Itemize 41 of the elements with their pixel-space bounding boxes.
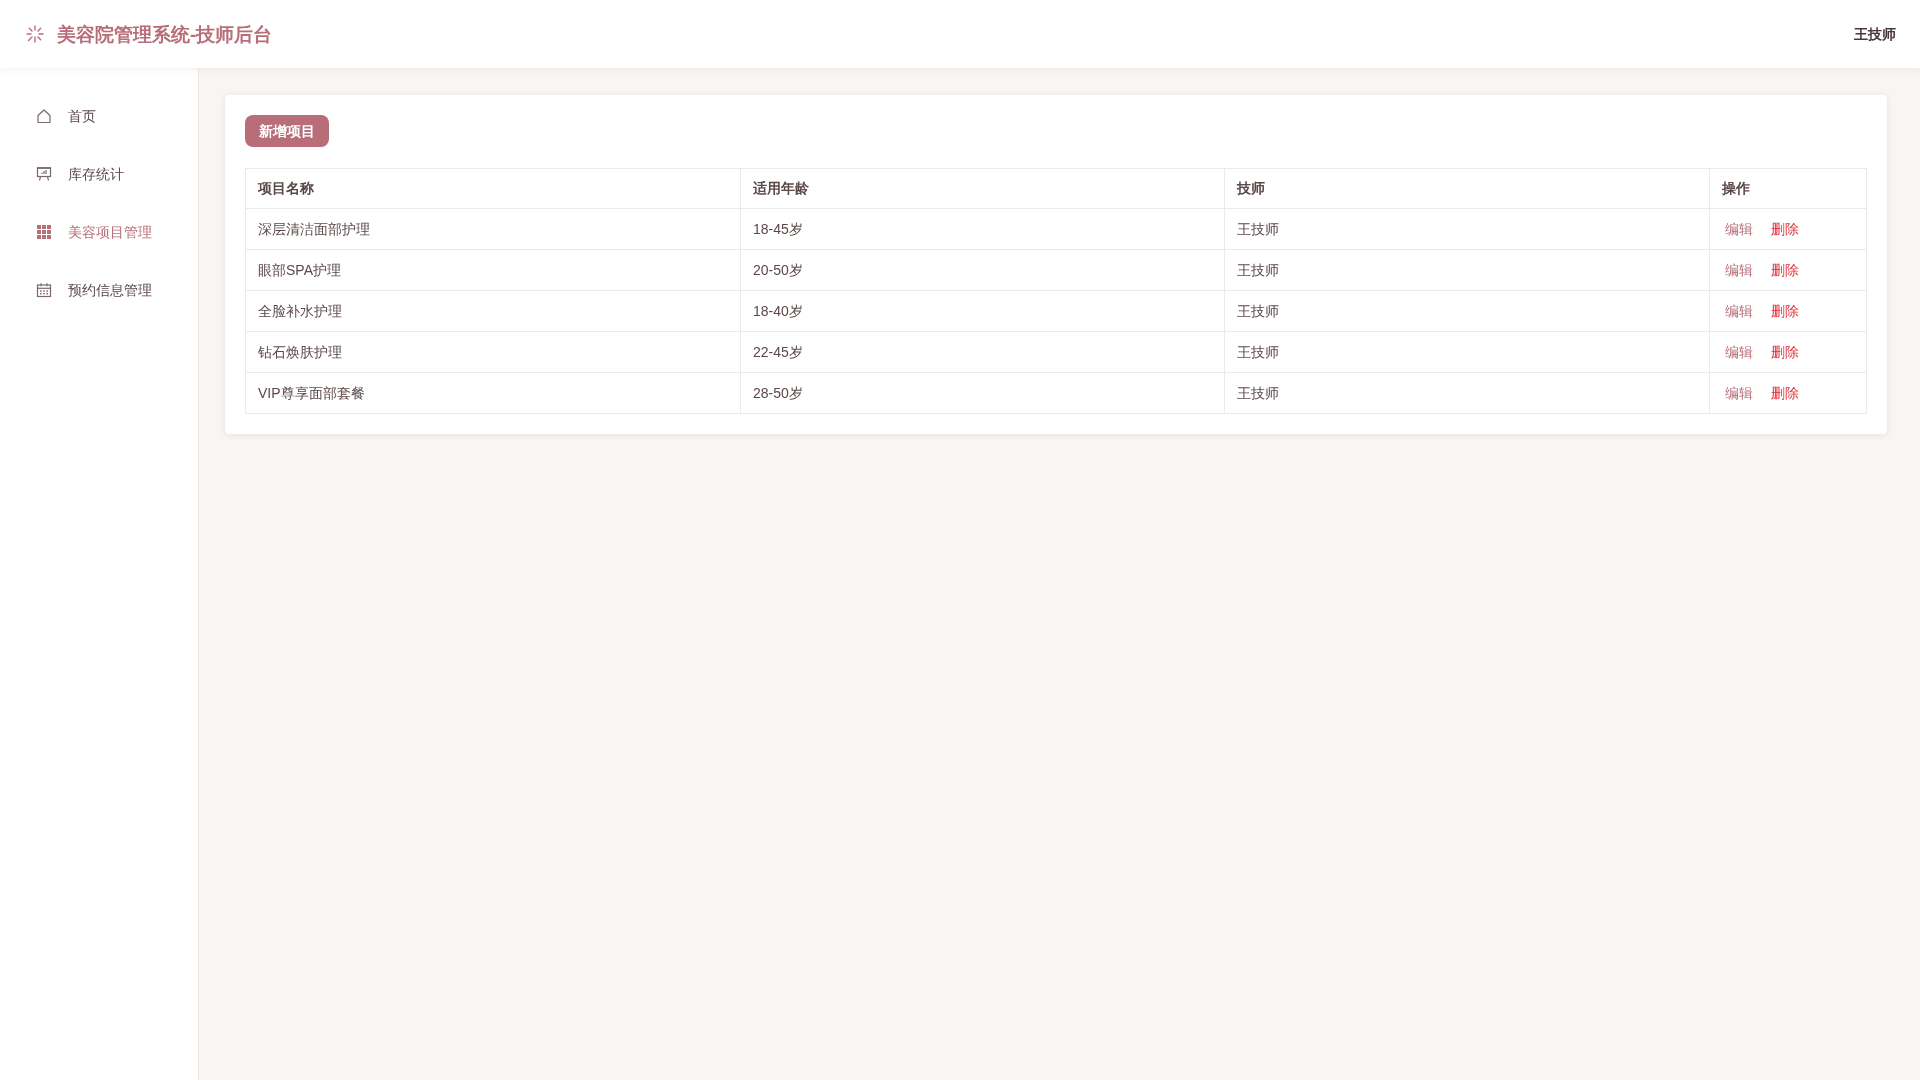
sidebar-item[interactable]: 预约信息管理 (0, 261, 198, 319)
app-title: 美容院管理系统-技师后台 (57, 24, 273, 44)
table-cell: 全脸补水护理 (246, 291, 741, 331)
delete-link[interactable]: 删除 (1768, 259, 1802, 281)
easel-chart-icon (36, 166, 52, 182)
edit-link[interactable]: 编辑 (1722, 218, 1756, 240)
table-cell: 22-45岁 (741, 332, 1225, 372)
sidebar-item[interactable]: 库存统计 (0, 145, 198, 203)
sidebar-item[interactable]: 首页 (0, 87, 198, 145)
sparkle-icon (26, 25, 44, 43)
table-cell: 20-50岁 (741, 250, 1225, 290)
table-cell: 钻石焕肤护理 (246, 332, 741, 372)
table-cell: 18-40岁 (741, 291, 1225, 331)
grid-icon (36, 224, 52, 240)
delete-link[interactable]: 删除 (1768, 341, 1802, 363)
table-cell: 深层清洁面部护理 (246, 209, 741, 249)
delete-link[interactable]: 删除 (1768, 218, 1802, 240)
calendar-icon (36, 282, 52, 298)
edit-link[interactable]: 编辑 (1722, 300, 1756, 322)
delete-link[interactable]: 删除 (1768, 382, 1802, 404)
table-cell: VIP尊享面部套餐 (246, 373, 741, 413)
table-cell: 眼部SPA护理 (246, 250, 741, 290)
delete-link[interactable]: 删除 (1768, 300, 1802, 322)
table-cell: 王技师 (1225, 209, 1710, 249)
table-cell: 28-50岁 (741, 373, 1225, 413)
table-cell: 18-45岁 (741, 209, 1225, 249)
edit-link[interactable]: 编辑 (1722, 341, 1756, 363)
column-header: 技师 (1225, 169, 1710, 208)
table-cell: 王技师 (1225, 332, 1710, 372)
table-cell: 王技师 (1225, 291, 1710, 331)
column-header: 适用年龄 (741, 169, 1225, 208)
edit-link[interactable]: 编辑 (1722, 382, 1756, 404)
table-cell: 王技师 (1225, 250, 1710, 290)
column-header: 操作 (1721, 179, 1751, 198)
column-header: 项目名称 (246, 169, 741, 208)
edit-link[interactable]: 编辑 (1722, 259, 1756, 281)
add-project-button[interactable]: 新增项目 (245, 115, 329, 147)
table-cell: 王技师 (1225, 373, 1710, 413)
sidebar-item[interactable]: 美容项目管理 (0, 203, 198, 261)
home-icon (36, 108, 52, 124)
user-name: 王技师 (1854, 24, 1896, 44)
